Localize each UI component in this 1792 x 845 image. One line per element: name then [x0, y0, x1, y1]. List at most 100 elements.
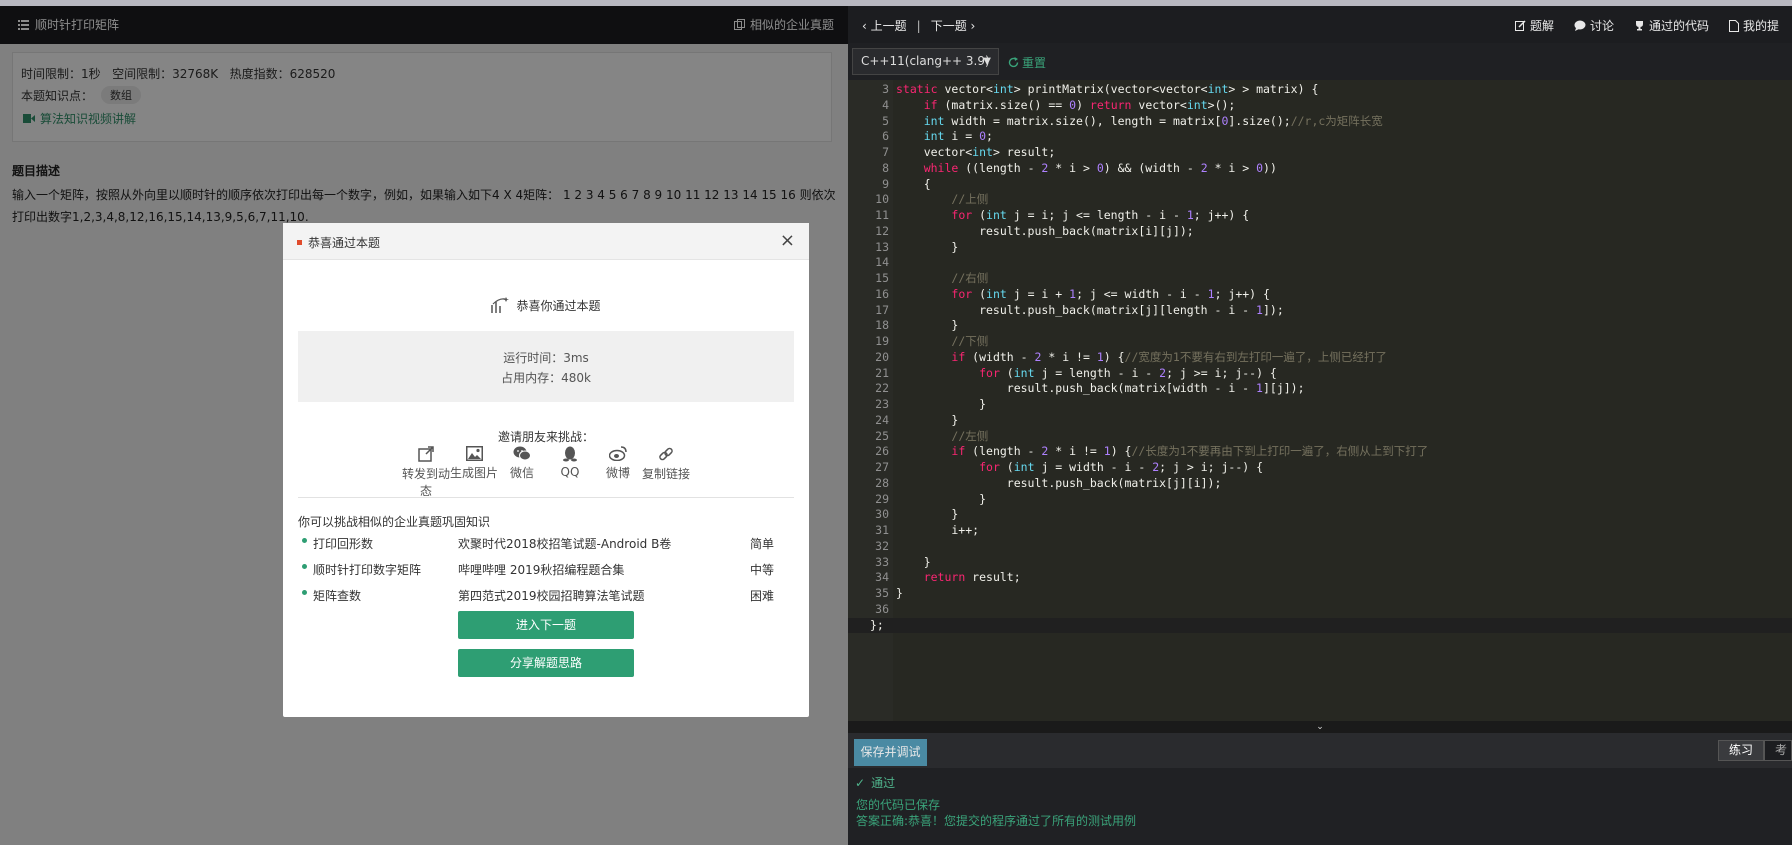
code-line[interactable]: if (length - 2 * i != 1) {//长度为1不要再由下到上打… — [896, 444, 1428, 460]
code-line[interactable]: int width = matrix.size(), length = matr… — [896, 114, 1383, 130]
challenge-row[interactable]: 打印回形数 欢聚时代2018校招笔试题-Android B卷 简单 — [298, 529, 794, 555]
code-line[interactable]: int i = 0; — [896, 129, 993, 145]
save-and-debug-button[interactable]: 保存并调试 — [854, 739, 927, 766]
passed-code-tab[interactable]: 通过的代码 — [1634, 17, 1709, 34]
share-wechat-label: 微信 — [509, 466, 534, 480]
congrats-text: 恭喜你通过本题 — [516, 298, 601, 313]
challenge-row[interactable]: 矩阵查数 第四范式2019校园招聘算法笔试题 困难 — [298, 581, 794, 607]
code-line[interactable]: result.push_back(matrix[j][length - i - … — [896, 303, 1284, 319]
line-number: 17 — [875, 302, 889, 317]
line-number: 22 — [875, 381, 889, 396]
code-line[interactable]: } — [896, 240, 958, 256]
reset-button[interactable]: 重置 — [1008, 54, 1046, 71]
share-copy-link[interactable]: 复制链接 — [642, 446, 690, 499]
check-icon: ✓ — [855, 775, 866, 790]
code-line[interactable]: } — [896, 318, 958, 334]
line-number: 31 — [875, 523, 889, 537]
modal-title-wrap: 恭喜通过本题 — [297, 234, 380, 251]
code-line[interactable]: //左侧 — [896, 429, 988, 445]
close-icon[interactable]: × — [780, 230, 795, 251]
top-actions: 题解 讨论 通过的代码 我的提 — [1515, 17, 1779, 34]
challenge-name[interactable]: 矩阵查数 — [313, 587, 361, 604]
memory-usage: 占用内存：480k — [501, 371, 591, 385]
code-line[interactable]: } — [896, 555, 931, 571]
mode-exam-button[interactable]: 考 — [1763, 740, 1792, 761]
code-line[interactable]: return result; — [896, 570, 1021, 586]
share-forward-label: 转发到动态 — [402, 467, 451, 498]
code-line[interactable]: result.push_back(matrix[i][j]); — [896, 224, 1194, 240]
line-number: 5 — [882, 113, 889, 128]
discussion-label: 讨论 — [1590, 19, 1615, 33]
editor-bottom-bar: 保存并调试 练习 考 — [848, 733, 1792, 768]
share-wechat[interactable]: 微信 — [498, 446, 546, 499]
title-marker — [297, 240, 302, 245]
share-row: 转发到动态 生成图片 微信 QQ 微博 复制链接 — [283, 446, 809, 499]
file-icon — [1729, 19, 1740, 32]
link-icon — [659, 447, 673, 461]
invite-label: 邀请朋友来挑战： — [497, 430, 594, 444]
challenge-difficulty: 中等 — [749, 563, 774, 577]
code-line[interactable]: while ((length - 2 * i > 0) && (width - … — [896, 161, 1277, 177]
language-select[interactable]: C++11(clang++ 3.9) ▼ — [852, 48, 999, 75]
share-image[interactable]: 生成图片 — [450, 446, 498, 499]
prev-next-nav: ‹ 上一题 | 下一题 › — [862, 17, 975, 34]
active-line-highlight — [848, 617, 1792, 634]
line-number: 32 — [875, 538, 889, 553]
code-line[interactable]: i++; — [896, 523, 979, 539]
wechat-icon — [513, 446, 531, 461]
code-line[interactable]: for (int j = i; j <= length - i - 1; j++… — [896, 208, 1249, 224]
code-line[interactable]: if (width - 2 * i != 1) {//宽度为1不要有右到左打印一… — [896, 350, 1386, 366]
code-line[interactable]: for (int j = width - i - 2; j > i; j--) … — [896, 460, 1263, 476]
next-problem-button[interactable]: 进入下一题 — [458, 611, 634, 639]
code-line[interactable]: result.push_back(matrix[width - i - 1][j… — [896, 381, 1305, 397]
code-line[interactable]: } — [896, 507, 958, 523]
challenge-difficulty: 简单 — [749, 537, 774, 551]
my-submissions-tab[interactable]: 我的提 — [1729, 17, 1779, 34]
line-number: 19 — [875, 334, 889, 348]
forward-icon — [418, 446, 434, 462]
code-line[interactable]: //下侧 — [896, 334, 988, 350]
line-number: 14 — [875, 255, 889, 270]
line-number: 10 — [875, 192, 889, 207]
collapse-toggle[interactable]: ⌄ — [848, 721, 1792, 733]
my-submissions-label: 我的提 — [1743, 19, 1780, 33]
reset-label: 重置 — [1022, 56, 1047, 70]
code-line[interactable]: static vector<int> printMatrix(vector<ve… — [896, 82, 1318, 98]
share-solution-button[interactable]: 分享解题思路 — [458, 649, 634, 677]
code-line[interactable]: }; — [870, 618, 884, 634]
code-line[interactable]: } — [896, 492, 986, 508]
share-forward[interactable]: 转发到动态 — [402, 446, 450, 499]
challenge-company: 第四范式2019校园招聘算法笔试题 — [458, 589, 645, 603]
prev-problem-link[interactable]: ‹ 上一题 — [862, 17, 907, 34]
passed-code-label: 通过的代码 — [1649, 19, 1710, 33]
share-qq[interactable]: QQ — [546, 446, 594, 499]
code-line[interactable]: if (matrix.size() == 0) return vector<in… — [896, 98, 1236, 114]
challenge-row[interactable]: 顺时针打印数字矩阵 哔哩哔哩 2019秋招编程题合集 中等 — [298, 555, 794, 581]
next-problem-label: 下一题 — [930, 19, 967, 33]
code-line[interactable]: { — [896, 177, 931, 193]
code-line[interactable]: //上侧 — [896, 192, 988, 208]
line-number: 30 — [875, 507, 889, 522]
line-number: 13 — [875, 239, 889, 254]
next-problem-link[interactable]: 下一题 › — [931, 17, 976, 34]
code-line[interactable]: result.push_back(matrix[j][i]); — [896, 476, 1222, 492]
mode-practice-button[interactable]: 练习 — [1717, 740, 1764, 761]
code-editor[interactable]: 3 4 5 6 7 8 9 10 11 12 13 14 15 16 17 18 19 20 21 22 23 24 25 2… — [848, 80, 1792, 721]
solutions-tab[interactable]: 题解 — [1515, 17, 1554, 34]
problem-nav: ‹ 上一题 | 下一题 › 题解 讨论 通过的代码 我的提 — [848, 6, 1792, 43]
discussion-tab[interactable]: 讨论 — [1574, 17, 1614, 34]
code-line[interactable]: for (int j = length - i - 2; j >= i; j--… — [896, 366, 1277, 382]
mode-toggle: 练习 考 — [1717, 740, 1792, 761]
code-line[interactable]: } — [896, 586, 903, 602]
line-number: 18 — [875, 318, 889, 333]
code-line[interactable]: //右侧 — [896, 271, 988, 287]
code-line[interactable]: } — [896, 397, 986, 413]
line-number: 9 — [882, 176, 889, 191]
run-stats: 运行时间：3ms 占用内存：480k — [298, 331, 794, 402]
challenge-name[interactable]: 打印回形数 — [313, 535, 373, 552]
code-line[interactable]: vector<int> result; — [896, 145, 1056, 161]
code-line[interactable]: } — [896, 413, 958, 429]
code-line[interactable]: for (int j = i + 1; j <= width - i - 1; … — [896, 287, 1270, 303]
challenge-name[interactable]: 顺时针打印数字矩阵 — [313, 561, 421, 578]
share-weibo[interactable]: 微博 — [594, 446, 642, 499]
